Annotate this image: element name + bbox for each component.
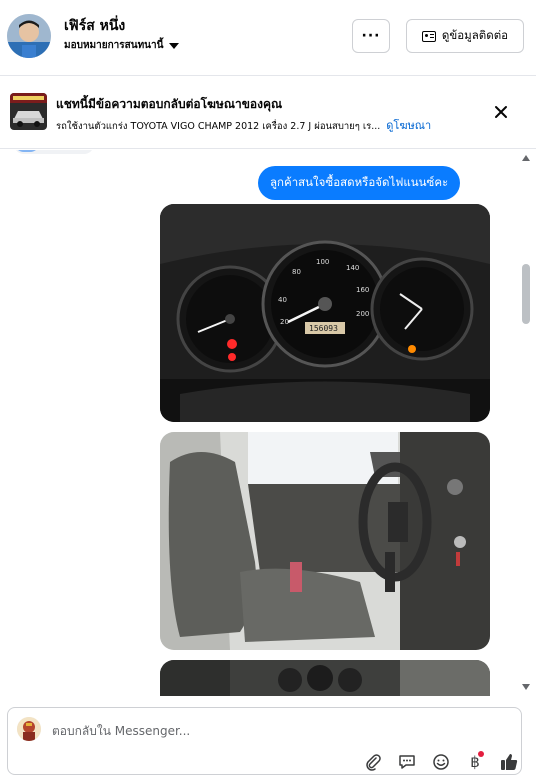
svg-text:140: 140 <box>346 264 359 272</box>
assign-conversation-dropdown[interactable]: มอบหมายการสนทนานี้ <box>64 38 180 53</box>
conversation-header: เฟิร์ส หนึ่ง มอบหมายการสนทนานี้ ··· ดูข้… <box>0 0 536 76</box>
assign-label: มอบหมายการสนทนานี้ <box>64 40 164 51</box>
dashboard-photo[interactable]: 20 40 80 100 140 160 200 156093 <box>160 204 490 422</box>
close-icon <box>495 106 507 118</box>
reply-composer[interactable]: ตอบกลับใน Messenger... ฿ <box>7 707 522 775</box>
saved-reply-button[interactable] <box>396 751 418 773</box>
like-button[interactable] <box>498 751 520 773</box>
page-avatar <box>17 717 41 741</box>
reply-input[interactable]: ตอบกลับใน Messenger... <box>52 722 190 741</box>
ad-reply-banner: แชทนี้มีข้อความตอบกลับต่อโฆษณาของคุณ รถใ… <box>0 77 536 149</box>
composer-toolbar: ฿ <box>362 751 520 773</box>
more-icon: ··· <box>361 28 381 44</box>
contact-name[interactable]: เฟิร์ส หนึ่ง <box>64 15 125 37</box>
outgoing-message-bubble[interactable]: ลูกค้าสนใจซื้อสดหรือจัดไฟแนนซ์คะ <box>258 166 461 200</box>
scrollbar-thumb[interactable] <box>522 264 530 324</box>
interior-photo[interactable] <box>160 432 490 650</box>
notification-dot <box>477 751 484 757</box>
attach-button[interactable] <box>362 751 384 773</box>
like-icon <box>501 754 518 770</box>
message-thread[interactable]: ลูกค้าสนใจซื้อสดหรือจัดไฟแนนซ์คะ 20 40 8… <box>0 150 536 696</box>
ad-banner-title: แชทนี้มีข้อความตอบกลับต่อโฆษณาของคุณ <box>56 97 283 111</box>
console-photo[interactable] <box>160 660 490 696</box>
view-ad-link[interactable]: ดูโฆษณา <box>386 119 431 132</box>
ad-description: รถใช้งานตัวแกร่ง TOYOTA VIGO CHAMP 2012 … <box>56 121 381 132</box>
caret-down-icon <box>169 42 180 49</box>
saved-reply-icon <box>399 755 415 769</box>
svg-text:40: 40 <box>278 296 287 304</box>
emoji-icon <box>433 754 449 770</box>
avatar[interactable] <box>7 14 51 58</box>
payment-button[interactable]: ฿ <box>464 751 486 773</box>
thread-scrollbar[interactable] <box>521 150 531 696</box>
svg-text:160: 160 <box>356 286 369 294</box>
baht-icon: ฿ <box>470 751 484 771</box>
svg-text:80: 80 <box>292 268 301 276</box>
ad-banner-subtitle: รถใช้งานตัวแกร่ง TOYOTA VIGO CHAMP 2012 … <box>56 116 431 134</box>
more-options-button[interactable]: ··· <box>352 19 390 53</box>
scroll-down-icon[interactable] <box>522 684 530 690</box>
svg-text:200: 200 <box>356 310 369 318</box>
scroll-up-icon[interactable] <box>522 155 530 161</box>
svg-text:20: 20 <box>280 318 289 326</box>
attach-icon <box>366 754 381 771</box>
ad-thumbnail[interactable] <box>10 93 47 130</box>
odometer-readout: 156093 <box>309 324 338 333</box>
svg-text:100: 100 <box>316 258 329 266</box>
view-contact-button[interactable]: ดูข้อมูลติดต่อ <box>406 19 524 53</box>
emoji-button[interactable] <box>430 751 452 773</box>
close-banner-button[interactable] <box>490 101 512 123</box>
contact-card-icon <box>421 30 436 42</box>
view-contact-label: ดูข้อมูลติดต่อ <box>441 28 509 42</box>
